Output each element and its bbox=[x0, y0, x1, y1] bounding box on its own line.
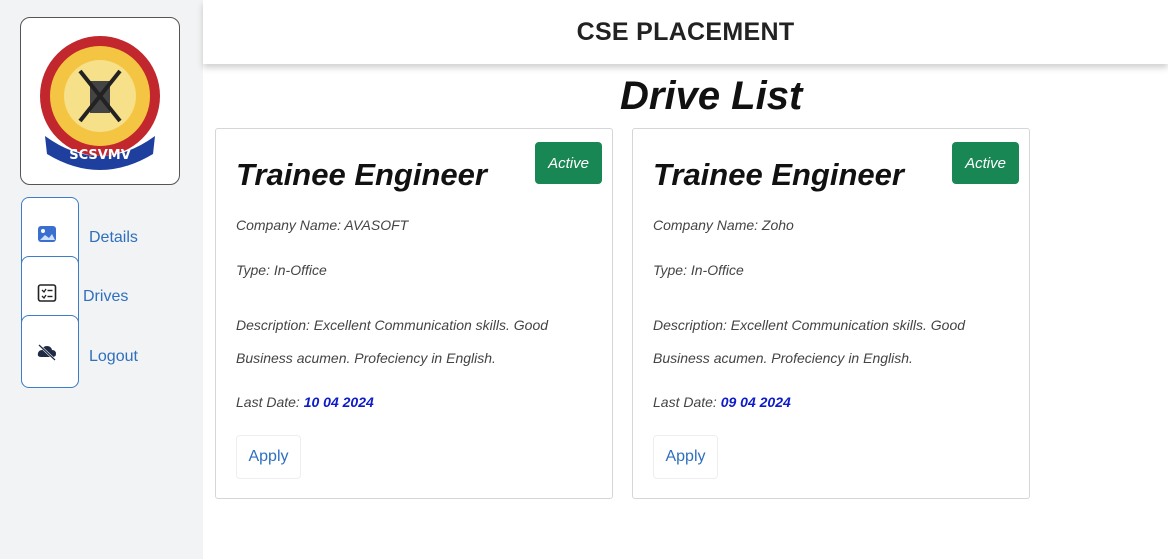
drive-card: Trainee Engineer Active Company Name: Zo… bbox=[632, 128, 1030, 499]
drive-description: Description: Excellent Communication ski… bbox=[236, 317, 549, 366]
last-date-label: Last Date: bbox=[236, 394, 300, 410]
apply-button[interactable]: Apply bbox=[653, 435, 718, 479]
company-name: Company Name: Zoho bbox=[653, 217, 794, 233]
last-date-value: 09 04 2024 bbox=[720, 394, 791, 410]
list-icon bbox=[37, 283, 57, 303]
last-date: Last Date: 09 04 2024 bbox=[653, 394, 791, 410]
apply-button[interactable]: Apply bbox=[236, 435, 301, 479]
university-logo: SCSVMV bbox=[40, 36, 160, 170]
drive-title: Trainee Engineer bbox=[236, 157, 487, 192]
last-date: Last Date: 10 04 2024 bbox=[236, 394, 374, 410]
drive-type: Type: In-Office bbox=[236, 262, 327, 278]
logo-text: SCSVMV bbox=[69, 148, 131, 163]
sidebar: SCSVMV Details Drives Logout bbox=[0, 0, 203, 559]
nav-item-logout[interactable] bbox=[21, 315, 79, 388]
status-badge: Active bbox=[535, 142, 602, 184]
app-header: CSE PLACEMENT bbox=[203, 0, 1168, 64]
drive-card: Trainee Engineer Active Company Name: AV… bbox=[215, 128, 613, 499]
nav-label-details[interactable]: Details bbox=[89, 229, 138, 247]
drive-description: Description: Excellent Communication ski… bbox=[653, 317, 966, 366]
app-title: CSE PLACEMENT bbox=[576, 17, 795, 46]
nav-label-drives[interactable]: Drives bbox=[83, 288, 128, 306]
nav-label-logout[interactable]: Logout bbox=[89, 348, 138, 366]
image-icon bbox=[37, 224, 57, 244]
status-badge: Active bbox=[952, 142, 1019, 184]
cloud-slash-icon bbox=[37, 342, 57, 362]
last-date-label: Last Date: bbox=[653, 394, 717, 410]
logo-card: SCSVMV bbox=[20, 17, 180, 185]
drive-type: Type: In-Office bbox=[653, 262, 744, 278]
page-title: Drive List bbox=[620, 74, 803, 118]
company-name: Company Name: AVASOFT bbox=[236, 217, 409, 233]
last-date-value: 10 04 2024 bbox=[303, 394, 374, 410]
drive-title: Trainee Engineer bbox=[653, 157, 904, 192]
